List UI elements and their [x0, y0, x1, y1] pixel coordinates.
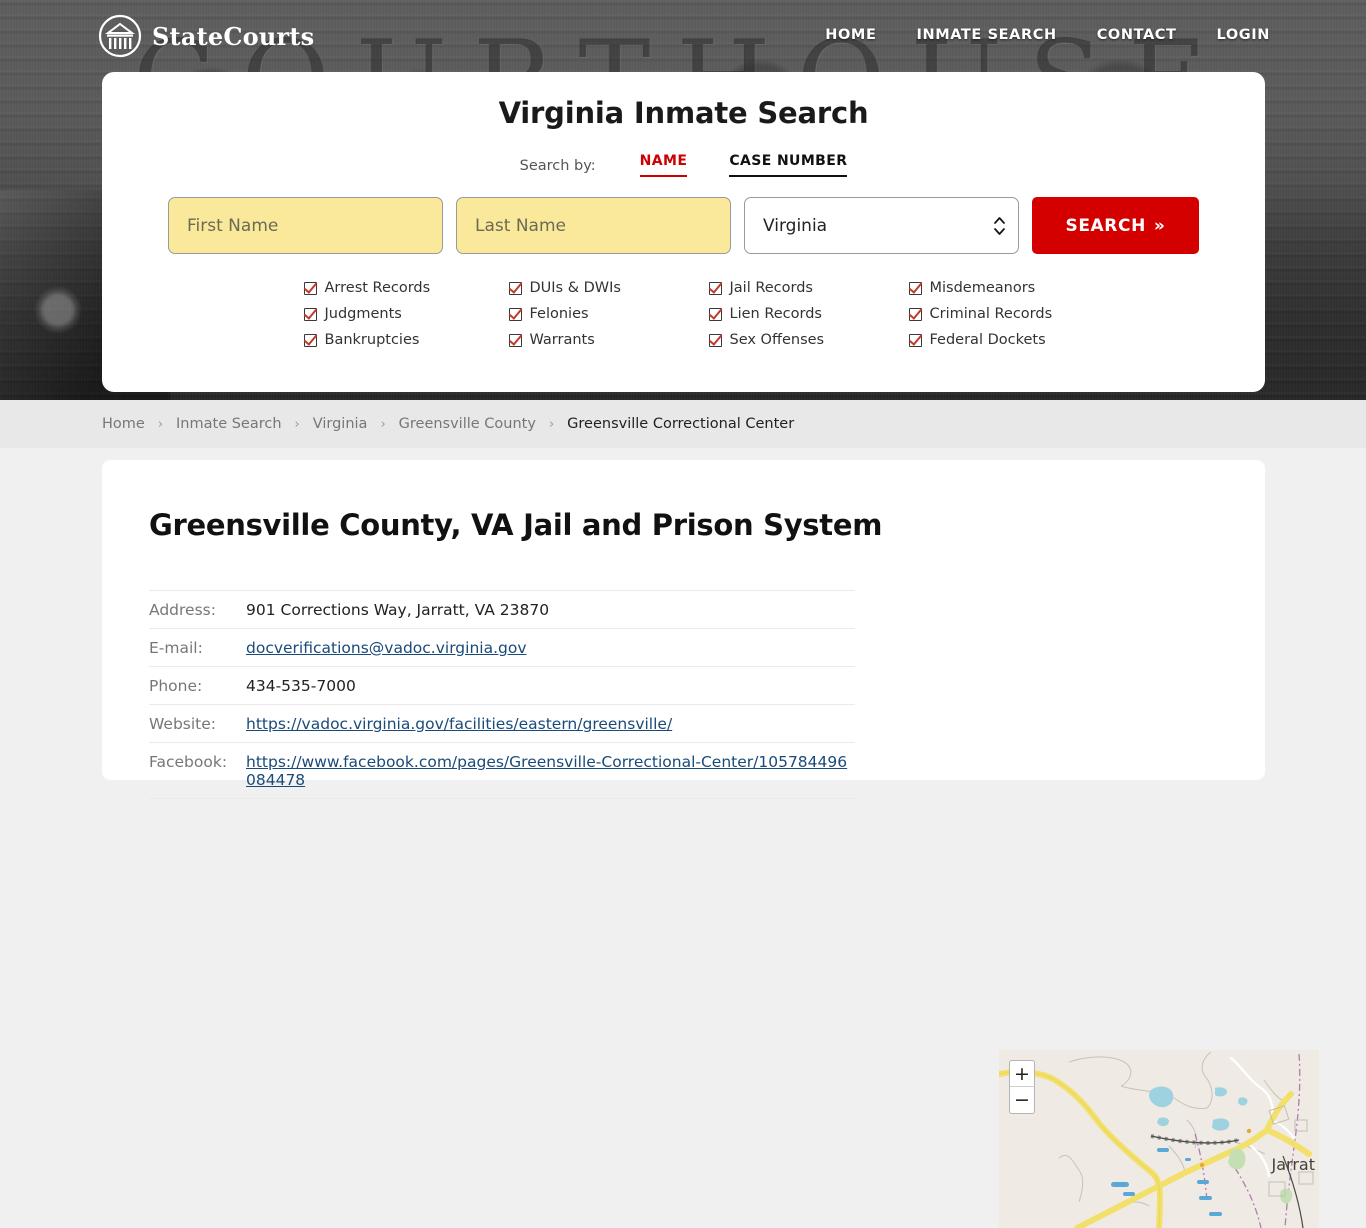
search-by-tabs: Search by: NAME CASE NUMBER	[102, 153, 1265, 177]
record-type-label: Federal Dockets	[929, 332, 1046, 348]
brand-logo[interactable]: StateCourts	[98, 14, 314, 58]
table-row: Address: 901 Corrections Way, Jarratt, V…	[149, 590, 855, 629]
breadcrumb-item-greensville-county[interactable]: Greensville County	[399, 416, 536, 432]
top-navigation: HOME INMATE SEARCH CONTACT LOGIN	[825, 27, 1270, 43]
search-button-label: SEARCH	[1065, 215, 1146, 236]
zoom-in-button[interactable]: +	[1010, 1061, 1034, 1087]
record-type-item[interactable]: Warrants	[508, 332, 709, 348]
inmate-search-card: Virginia Inmate Search Search by: NAME C…	[102, 72, 1265, 392]
checkbox-checked-icon[interactable]	[303, 333, 317, 347]
breadcrumb-item-virginia[interactable]: Virginia	[313, 416, 368, 432]
breadcrumb-separator-icon: ›	[380, 416, 386, 432]
checkbox-checked-icon[interactable]	[508, 281, 522, 295]
info-label: Facebook:	[149, 742, 244, 799]
nav-item-home[interactable]: HOME	[825, 27, 876, 43]
record-type-item[interactable]: Judgments	[303, 306, 509, 322]
table-row: Phone: 434-535-7000	[149, 666, 855, 705]
search-by-label: Search by:	[519, 158, 596, 174]
first-name-input[interactable]	[168, 197, 443, 254]
website-link[interactable]: https://vadoc.virginia.gov/facilities/ea…	[246, 715, 672, 733]
record-type-item[interactable]: Arrest Records	[303, 280, 509, 296]
record-type-item[interactable]: Criminal Records	[908, 306, 1064, 322]
nav-item-login[interactable]: LOGIN	[1217, 27, 1270, 43]
record-type-label: Sex Offenses	[729, 332, 825, 348]
table-row: Facebook: https://www.facebook.com/pages…	[149, 742, 855, 799]
double-chevron-right-icon: »	[1153, 215, 1166, 236]
record-type-label: Misdemeanors	[929, 280, 1036, 296]
state-select-wrapper: Virginia	[744, 197, 1019, 254]
breadcrumb-separator-icon: ›	[294, 416, 300, 432]
search-card-title: Virginia Inmate Search	[498, 96, 869, 130]
checkbox-checked-icon[interactable]	[508, 333, 522, 347]
record-type-item[interactable]: Sex Offenses	[708, 332, 909, 348]
search-fields-row: Virginia SEARCH »	[102, 197, 1265, 254]
record-type-item[interactable]: Bankruptcies	[303, 332, 509, 348]
info-value-website: https://vadoc.virginia.gov/facilities/ea…	[244, 704, 855, 743]
info-value-email: docverifications@vadoc.virginia.gov	[244, 628, 855, 667]
info-label: Phone:	[149, 666, 244, 705]
info-label: E-mail:	[149, 628, 244, 667]
record-type-label: Judgments	[324, 306, 402, 322]
checkbox-checked-icon[interactable]	[303, 307, 317, 321]
record-type-label: Jail Records	[729, 280, 813, 296]
map-tiles	[999, 1050, 1319, 1228]
email-link[interactable]: docverifications@vadoc.virginia.gov	[246, 639, 527, 657]
record-type-label: Warrants	[529, 332, 595, 348]
hero-banner: COURTHOUSE StateCourts HOME INMATE SEARC…	[0, 0, 1366, 400]
checkbox-checked-icon[interactable]	[508, 307, 522, 321]
checkbox-checked-icon[interactable]	[908, 307, 922, 321]
record-type-item[interactable]: Felonies	[508, 306, 709, 322]
brand-name: StateCourts	[152, 21, 315, 51]
breadcrumb-separator-icon: ›	[548, 416, 555, 432]
state-select[interactable]: Virginia	[744, 197, 1019, 254]
record-type-label: Arrest Records	[324, 280, 431, 296]
table-row: E-mail: docverifications@vadoc.virginia.…	[149, 628, 855, 667]
info-value-facebook: https://www.facebook.com/pages/Greensvil…	[244, 742, 855, 799]
checkbox-checked-icon[interactable]	[708, 307, 722, 321]
facebook-link[interactable]: https://www.facebook.com/pages/Greensvil…	[246, 753, 847, 789]
record-type-label: Criminal Records	[929, 306, 1053, 322]
info-value-address: 901 Corrections Way, Jarratt, VA 23870	[244, 590, 855, 629]
record-type-label: Bankruptcies	[324, 332, 420, 348]
checkbox-checked-icon[interactable]	[708, 281, 722, 295]
nav-item-contact[interactable]: CONTACT	[1097, 27, 1177, 43]
checkbox-checked-icon[interactable]	[303, 281, 317, 295]
info-label: Address:	[149, 590, 244, 629]
checkbox-checked-icon[interactable]	[908, 333, 922, 347]
map-zoom-controls[interactable]: + −	[1009, 1060, 1035, 1114]
zoom-out-button[interactable]: −	[1010, 1087, 1034, 1113]
record-type-label: Lien Records	[729, 306, 822, 322]
tab-search-by-case-number[interactable]: CASE NUMBER	[729, 153, 848, 177]
record-type-item[interactable]: Lien Records	[708, 306, 909, 322]
record-type-item[interactable]: Misdemeanors	[908, 280, 1064, 296]
nav-item-inmate-search[interactable]: INMATE SEARCH	[916, 27, 1056, 43]
checkbox-checked-icon[interactable]	[908, 281, 922, 295]
record-type-item[interactable]: DUIs & DWIs	[508, 280, 709, 296]
record-type-label: DUIs & DWIs	[529, 280, 621, 296]
record-type-checklist: Arrest Records DUIs & DWIs Jail Records …	[303, 280, 1064, 348]
checkbox-checked-icon[interactable]	[708, 333, 722, 347]
last-name-input[interactable]	[456, 197, 731, 254]
breadcrumb-item-current: Greensville Correctional Center	[567, 416, 795, 432]
breadcrumb: Home › Inmate Search › Virginia › Greens…	[0, 400, 1366, 448]
record-type-label: Felonies	[529, 306, 589, 322]
breadcrumb-item-inmate-search[interactable]: Inmate Search	[176, 416, 282, 432]
breadcrumb-item-home[interactable]: Home	[102, 416, 145, 432]
tab-search-by-name[interactable]: NAME	[639, 153, 688, 177]
record-type-item[interactable]: Jail Records	[708, 280, 909, 296]
table-row: Website: https://vadoc.virginia.gov/faci…	[149, 704, 855, 743]
search-button[interactable]: SEARCH »	[1032, 197, 1199, 254]
breadcrumb-separator-icon: ›	[157, 416, 164, 432]
page-title: Greensville County, VA Jail and Prison S…	[149, 508, 883, 542]
info-label: Website:	[149, 704, 244, 743]
facility-detail-card: Greensville County, VA Jail and Prison S…	[102, 460, 1319, 1228]
info-value-phone: 434-535-7000	[244, 666, 855, 705]
map-place-label: Jarrat	[1271, 1155, 1315, 1174]
courthouse-circle-icon	[98, 14, 142, 58]
location-map[interactable]: + − Jarrat	[999, 1050, 1319, 1228]
record-type-item[interactable]: Federal Dockets	[908, 332, 1064, 348]
